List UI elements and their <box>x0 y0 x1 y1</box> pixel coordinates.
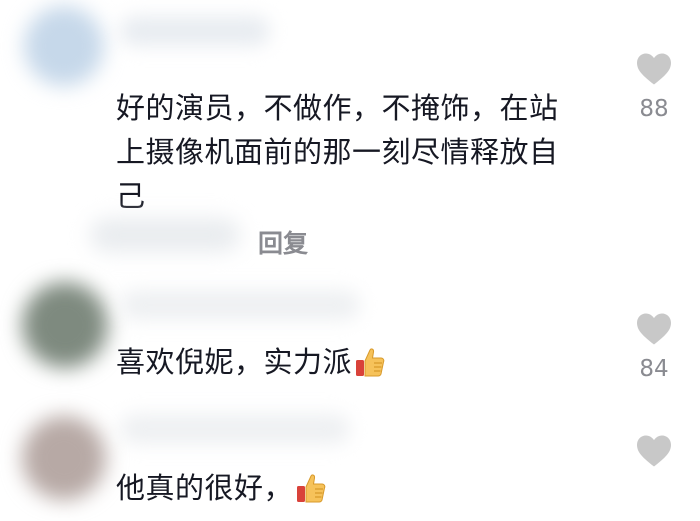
avatar[interactable] <box>24 6 104 86</box>
comment-item-2: 喜欢倪妮，实力派 84 <box>0 268 700 393</box>
username-blurred[interactable] <box>120 290 360 320</box>
like-button[interactable]: 88 <box>632 52 676 122</box>
like-button[interactable]: 84 <box>632 312 676 382</box>
like-count: 84 <box>639 356 669 382</box>
comment-item-3: 他真的很好， <box>0 398 700 521</box>
comment-text-content: 喜欢倪妮，实力派 <box>116 345 353 379</box>
heart-icon[interactable] <box>635 434 673 468</box>
like-count: 88 <box>639 96 669 122</box>
comment-text: 好的演员，不做作，不掩饰，在站上摄像机面前的那一刻尽情释放自己 <box>116 91 559 213</box>
thumbs-up-emoji-icon <box>295 472 327 516</box>
comment-text-content: 他真的很好， <box>116 471 294 505</box>
comment-text: 喜欢倪妮，实力派 <box>116 340 596 390</box>
reply-row: 回复 <box>0 210 700 270</box>
heart-icon[interactable] <box>635 52 673 86</box>
like-button[interactable] <box>632 434 676 468</box>
reply-button[interactable]: 回复 <box>258 224 308 260</box>
comment-item-1: 好的演员，不做作，不掩饰，在站上摄像机面前的那一刻尽情释放自己 88 <box>0 0 700 213</box>
username-blurred[interactable] <box>120 414 350 444</box>
avatar[interactable] <box>22 282 108 368</box>
thumbs-up-emoji-icon <box>354 346 386 390</box>
comment-text: 他真的很好， <box>116 466 596 516</box>
avatar[interactable] <box>22 416 106 500</box>
username-blurred[interactable] <box>120 16 270 46</box>
heart-icon[interactable] <box>635 312 673 346</box>
reply-meta-blurred <box>90 218 240 252</box>
